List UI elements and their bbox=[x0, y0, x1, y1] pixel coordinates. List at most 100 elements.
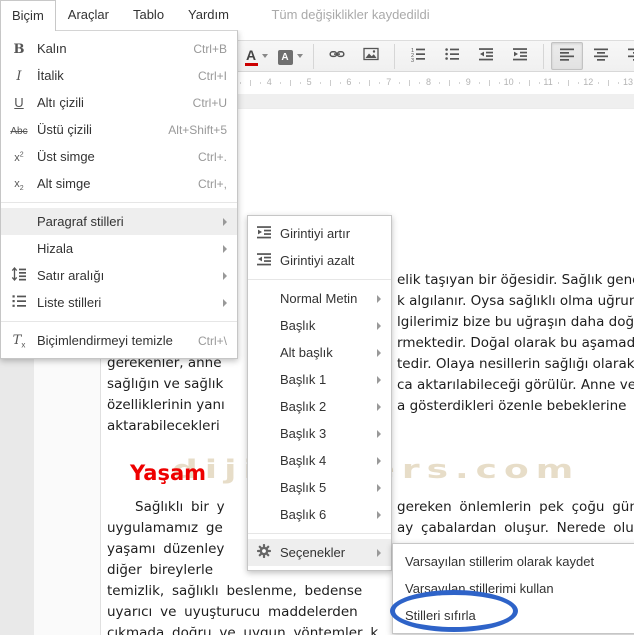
menu-item-kalin[interactable]: B Kalın Ctrl+B bbox=[1, 35, 237, 62]
submenu-arrow-icon bbox=[223, 298, 227, 307]
underline-icon: U bbox=[14, 95, 24, 110]
insert-link-button[interactable] bbox=[321, 42, 353, 70]
menu-item-baslik-6[interactable]: Başlık 6 bbox=[248, 501, 391, 528]
menu-item-varsayilan-stillerim-olarak-kaydet[interactable]: Varsayılan stillerim olarak kaydet bbox=[393, 548, 634, 575]
menu-item-label: Başlık 2 bbox=[280, 399, 327, 414]
menu-item-label: Başlık 4 bbox=[280, 453, 327, 468]
menu-item-satir-araligi[interactable]: Satır aralığı bbox=[1, 262, 237, 289]
menu-item-shortcut: Ctrl+B bbox=[193, 41, 227, 56]
menu-item-label: Satır aralığı bbox=[37, 268, 105, 283]
menu-item-label: Başlık bbox=[280, 318, 316, 333]
ruler-tick bbox=[369, 80, 371, 86]
ruler-tick bbox=[498, 82, 500, 84]
list-styles-icon bbox=[1, 293, 37, 312]
outdent-icon bbox=[478, 46, 494, 67]
menu-item-secenekler[interactable]: Seçenekler bbox=[248, 539, 391, 566]
menu-item-girintiyi-azalt[interactable]: Girintiyi azalt bbox=[248, 247, 391, 274]
menu-item-paragraf-stilleri[interactable]: Paragraf stilleri bbox=[1, 208, 237, 235]
ruler-tick bbox=[250, 80, 251, 86]
numbered-list-button[interactable]: 123 bbox=[402, 42, 434, 70]
menu-item-label: Başlık 5 bbox=[280, 480, 327, 495]
clear-formatting-icon: Tx bbox=[12, 332, 26, 350]
highlight-color-button[interactable]: A bbox=[274, 42, 306, 70]
menubar: Biçim Araçlar Tablo Yardım Tüm değişiklikle… bbox=[0, 0, 634, 31]
menu-item-label: Varsayılan stillerim olarak kaydet bbox=[405, 554, 595, 569]
ruler-number: 8 bbox=[426, 77, 432, 87]
ruler-tick bbox=[528, 80, 530, 86]
subscript-icon: x2 bbox=[14, 177, 24, 193]
menu-item-label: Altı çizili bbox=[37, 95, 84, 110]
menu-item-label: Normal Metin bbox=[280, 291, 358, 306]
menu-item-alt-simge[interactable]: x2 Alt simge Ctrl+, bbox=[1, 170, 237, 197]
indent-icon bbox=[248, 224, 280, 243]
ruler-tick bbox=[279, 82, 281, 84]
menu-item-bicimlendirmeyi-temizle[interactable]: Tx Biçimlendirmeyi temizle Ctrl+\ bbox=[1, 327, 237, 354]
menu-item-label: Alt başlık bbox=[280, 345, 333, 360]
menu-item-baslik-4[interactable]: Başlık 4 bbox=[248, 447, 391, 474]
strikethrough-icon: Abc bbox=[10, 126, 28, 137]
menu-item-girintiyi-artir[interactable]: Girintiyi artır bbox=[248, 220, 391, 247]
submenu-arrow-icon bbox=[377, 456, 381, 465]
menu-item-label: Girintiyi azalt bbox=[280, 253, 355, 268]
menubar-item-bicim[interactable]: Biçim bbox=[0, 0, 56, 31]
menubar-item-araclar[interactable]: Araçlar bbox=[56, 0, 121, 29]
align-left-button[interactable] bbox=[551, 42, 583, 70]
menu-item-shortcut: Ctrl+I bbox=[197, 68, 227, 83]
menubar-item-yardim[interactable]: Yardım bbox=[176, 0, 241, 29]
ruler-number: 6 bbox=[346, 77, 352, 87]
menu-item-varsayilan-stillerimi-kullan[interactable]: Varsayılan stillerimi kullan bbox=[393, 575, 634, 602]
menu-item-label: Paragraf stilleri bbox=[37, 214, 124, 229]
bold-icon: B bbox=[13, 41, 25, 57]
menu-item-ustu-cizili[interactable]: Abc Üstü çizili Alt+Shift+5 bbox=[1, 116, 237, 143]
submenu-arrow-icon bbox=[377, 321, 381, 330]
numbered-list-icon: 123 bbox=[410, 46, 426, 67]
bulleted-list-icon bbox=[444, 46, 460, 67]
menubar-item-tablo[interactable]: Tablo bbox=[121, 0, 176, 29]
align-right-button[interactable] bbox=[619, 42, 634, 70]
menu-item-label: Alt simge bbox=[37, 176, 91, 191]
style-options-submenu: Varsayılan stillerim olarak kaydet Varsay… bbox=[392, 543, 634, 634]
ruler-number: 4 bbox=[266, 77, 272, 87]
insert-image-button[interactable] bbox=[355, 42, 387, 70]
ruler-tick bbox=[419, 82, 421, 84]
menu-item-liste-stilleri[interactable]: Liste stilleri bbox=[1, 289, 237, 316]
menu-item-ust-simge[interactable]: x2 Üst simge Ctrl+. bbox=[1, 143, 237, 170]
ruler-tick bbox=[618, 82, 620, 84]
decrease-indent-button[interactable] bbox=[470, 42, 502, 70]
menu-item-baslik-3[interactable]: Başlık 3 bbox=[248, 420, 391, 447]
ruler-tick bbox=[518, 82, 520, 84]
menu-item-stilleri-sifirla[interactable]: Stilleri sıfırla bbox=[393, 602, 634, 629]
increase-indent-button[interactable] bbox=[504, 42, 536, 70]
menu-item-alti-cizili[interactable]: U Altı çizili Ctrl+U bbox=[1, 89, 237, 116]
menu-item-baslik-1[interactable]: Başlık 1 bbox=[248, 366, 391, 393]
align-center-icon bbox=[593, 46, 609, 67]
menu-item-label: Liste stilleri bbox=[37, 295, 102, 310]
ruler-tick bbox=[339, 82, 341, 84]
menu-item-italik[interactable]: I İtalik Ctrl+I bbox=[1, 62, 237, 89]
menu-item-baslik[interactable]: Başlık bbox=[248, 312, 391, 339]
menu-item-shortcut: Ctrl+, bbox=[197, 176, 227, 191]
ruler-tick bbox=[240, 82, 241, 84]
ruler-number: 12 bbox=[583, 77, 594, 87]
menu-item-label: Girintiyi artır bbox=[280, 226, 351, 241]
ruler-tick bbox=[439, 82, 440, 84]
highlight-color-icon: A bbox=[277, 47, 293, 65]
bulleted-list-button[interactable] bbox=[436, 42, 468, 70]
menu-item-label: Seçenekler bbox=[280, 545, 346, 560]
menu-item-normal-metin[interactable]: Normal Metin bbox=[248, 285, 391, 312]
menu-item-hizala[interactable]: Hizala bbox=[1, 235, 237, 262]
menu-separator bbox=[248, 279, 391, 280]
ruler-tick bbox=[459, 82, 460, 84]
menu-item-baslik-5[interactable]: Başlık 5 bbox=[248, 474, 391, 501]
menu-item-shortcut: Alt+Shift+5 bbox=[168, 122, 227, 137]
menu-item-baslik-2[interactable]: Başlık 2 bbox=[248, 393, 391, 420]
ruler-number: 13 bbox=[623, 77, 634, 87]
menu-item-alt-baslik[interactable]: Alt başlık bbox=[248, 339, 391, 366]
ruler-tick bbox=[449, 80, 450, 86]
text-color-button[interactable]: A bbox=[240, 42, 272, 70]
toolbar-separator bbox=[543, 43, 544, 69]
menu-separator bbox=[1, 202, 237, 203]
paragraph-styles-submenu: Girintiyi artır Girintiyi azalt Normal Met… bbox=[247, 215, 392, 571]
italic-icon: I bbox=[16, 68, 22, 84]
align-center-button[interactable] bbox=[585, 42, 617, 70]
